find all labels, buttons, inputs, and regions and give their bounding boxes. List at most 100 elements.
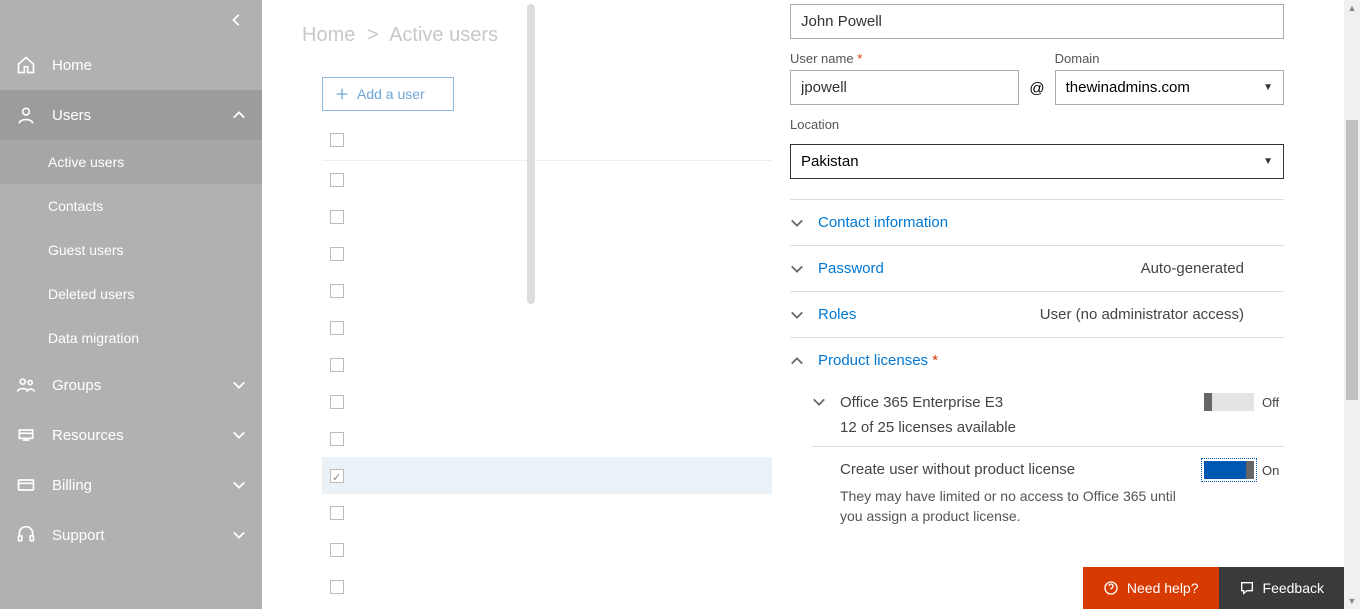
main-content: Home > Active users Add a user [262, 0, 1360, 609]
row-checkbox[interactable] [330, 210, 344, 224]
add-user-label: Add a user [357, 86, 425, 102]
section-contact-link: Contact information [818, 214, 948, 231]
chevron-down-icon[interactable] [812, 395, 826, 409]
need-help-button[interactable]: Need help? [1083, 567, 1219, 609]
row-checkbox[interactable] [330, 432, 344, 446]
location-select[interactable]: Pakistan ▼ [790, 144, 1284, 179]
sidebar-item-home[interactable]: Home [0, 40, 262, 90]
row-checkbox[interactable] [330, 173, 344, 187]
license-block: Office 365 Enterprise E3 Off 12 of 25 li… [812, 393, 1284, 447]
breadcrumb-separator: > [367, 24, 379, 46]
sidebar-item-users[interactable]: Users [0, 90, 262, 140]
location-value: Pakistan [801, 153, 859, 170]
sidebar-subitem-guest-users[interactable]: Guest users [0, 228, 262, 272]
bottom-bar: Need help? Feedback [1083, 567, 1344, 609]
section-password-link: Password [818, 260, 884, 277]
home-icon [16, 55, 36, 75]
license-name: Office 365 Enterprise E3 [840, 394, 1003, 411]
license-toggle[interactable] [1204, 393, 1254, 411]
row-checkbox[interactable] [330, 247, 344, 261]
sidebar-subitem-active-users[interactable]: Active users [0, 140, 262, 184]
page-scrollbar[interactable]: ▲ ▼ [1344, 0, 1360, 609]
feedback-label: Feedback [1263, 580, 1324, 596]
location-label: Location [790, 117, 1284, 132]
sidebar-label-groups: Groups [52, 377, 101, 394]
username-input[interactable] [790, 70, 1019, 105]
breadcrumb-current: Active users [389, 24, 498, 46]
need-help-label: Need help? [1127, 580, 1199, 596]
chevron-down-icon [790, 262, 804, 276]
question-icon [1103, 580, 1119, 596]
chevron-left-icon [230, 13, 244, 27]
row-checkbox[interactable] [330, 284, 344, 298]
section-product-licenses[interactable]: Product licenses * [790, 337, 1284, 383]
support-icon [16, 525, 36, 545]
toggle-off-label: Off [1262, 395, 1284, 410]
plus-icon [335, 87, 349, 101]
no-license-toggle[interactable] [1204, 461, 1254, 479]
caret-down-icon: ▼ [1263, 82, 1273, 93]
no-license-label: Create user without product license [840, 461, 1204, 479]
sidebar-label-home: Home [52, 57, 92, 74]
row-checkbox[interactable] [330, 506, 344, 520]
chevron-down-icon [790, 216, 804, 230]
display-name-input[interactable] [790, 4, 1284, 39]
row-checkbox[interactable] [330, 580, 344, 594]
feedback-icon [1239, 580, 1255, 596]
section-password-value: Auto-generated [1141, 260, 1284, 277]
scroll-up-arrow[interactable]: ▲ [1344, 0, 1360, 16]
sidebar-item-groups[interactable]: Groups [0, 360, 262, 410]
toggle-on-label: On [1262, 463, 1284, 478]
row-checkbox[interactable] [330, 395, 344, 409]
section-roles-value: User (no administrator access) [1040, 306, 1284, 323]
caret-down-icon: ▼ [1263, 156, 1273, 167]
no-license-block: Create user without product license On T… [840, 461, 1284, 526]
license-availability: 12 of 25 licenses available [812, 419, 1284, 436]
username-label: User name * [790, 51, 1019, 66]
add-user-panel: User name * @ Domain thewinadmins.com ▼ … [772, 0, 1302, 609]
row-checkbox[interactable] [330, 543, 344, 557]
sidebar: Home Users Active users Contacts Guest u… [0, 0, 262, 609]
sidebar-subitem-contacts[interactable]: Contacts [0, 184, 262, 228]
add-user-button[interactable]: Add a user [322, 77, 454, 111]
sidebar-label-users: Users [52, 107, 91, 124]
domain-value: thewinadmins.com [1066, 79, 1190, 96]
sidebar-label-support: Support [52, 527, 105, 544]
chevron-down-icon [232, 428, 246, 442]
no-license-description: They may have limited or no access to Of… [840, 487, 1180, 526]
scroll-thumb[interactable] [1346, 120, 1358, 400]
select-all-checkbox[interactable] [330, 133, 344, 147]
breadcrumb-home[interactable]: Home [302, 24, 355, 46]
section-contact-information[interactable]: Contact information [790, 199, 1284, 245]
at-symbol: @ [1029, 80, 1044, 105]
content-scrollbar[interactable] [527, 4, 535, 605]
scroll-down-arrow[interactable]: ▼ [1344, 593, 1360, 609]
resources-icon [16, 425, 36, 445]
sidebar-subitem-deleted-users[interactable]: Deleted users [0, 272, 262, 316]
user-icon [16, 105, 36, 125]
feedback-button[interactable]: Feedback [1219, 567, 1344, 609]
section-password[interactable]: Password Auto-generated [790, 245, 1284, 291]
sidebar-subitem-data-migration[interactable]: Data migration [0, 316, 262, 360]
sidebar-item-resources[interactable]: Resources [0, 410, 262, 460]
chevron-up-icon [232, 108, 246, 122]
sidebar-label-resources: Resources [52, 427, 124, 444]
section-roles[interactable]: Roles User (no administrator access) [790, 291, 1284, 337]
row-checkbox[interactable] [330, 321, 344, 335]
billing-icon [16, 475, 36, 495]
sidebar-label-billing: Billing [52, 477, 92, 494]
chevron-down-icon [232, 478, 246, 492]
domain-label: Domain [1055, 51, 1284, 66]
row-checkbox[interactable] [330, 358, 344, 372]
sidebar-collapse-button[interactable] [0, 0, 262, 40]
row-checkbox[interactable] [330, 469, 344, 483]
section-licenses-link: Product licenses * [818, 352, 938, 369]
chevron-down-icon [790, 308, 804, 322]
chevron-down-icon [232, 528, 246, 542]
chevron-up-icon [790, 354, 804, 368]
section-roles-link: Roles [818, 306, 856, 323]
sidebar-item-support[interactable]: Support [0, 510, 262, 560]
sidebar-item-billing[interactable]: Billing [0, 460, 262, 510]
domain-select[interactable]: thewinadmins.com ▼ [1055, 70, 1284, 105]
groups-icon [16, 375, 36, 395]
